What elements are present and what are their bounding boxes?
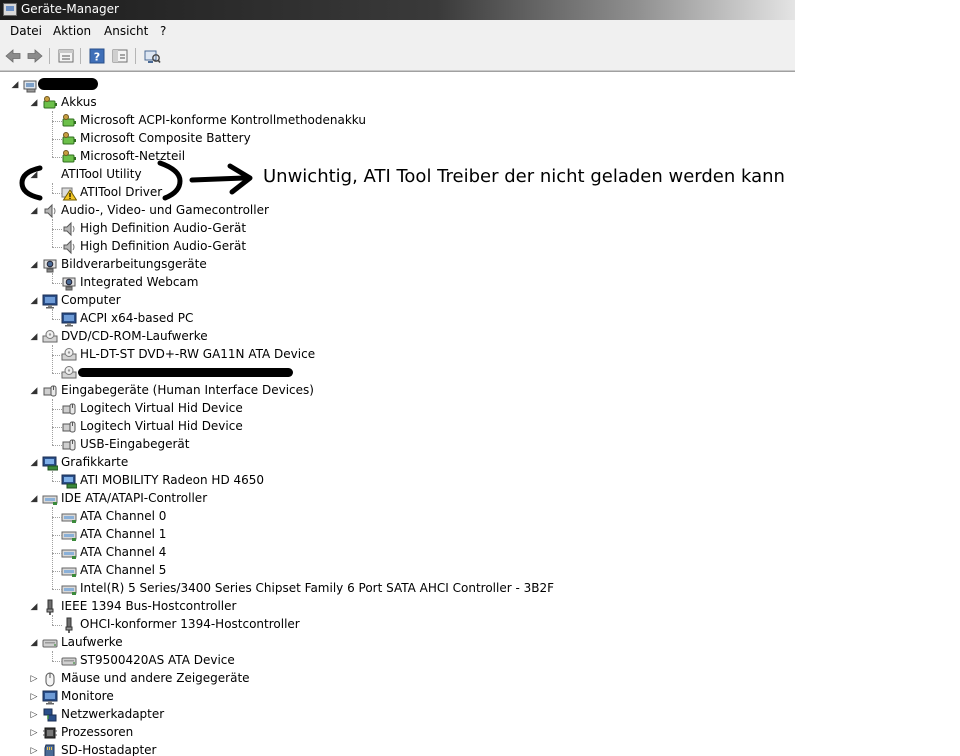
annotation-right-bracket xyxy=(157,160,183,201)
annotation-arrow xyxy=(189,175,247,183)
annotation-overlay xyxy=(19,160,253,201)
annotation-left-bracket xyxy=(19,165,43,201)
annotation-text: Unwichtig, ATI Tool Treiber der nicht ge… xyxy=(263,166,785,187)
